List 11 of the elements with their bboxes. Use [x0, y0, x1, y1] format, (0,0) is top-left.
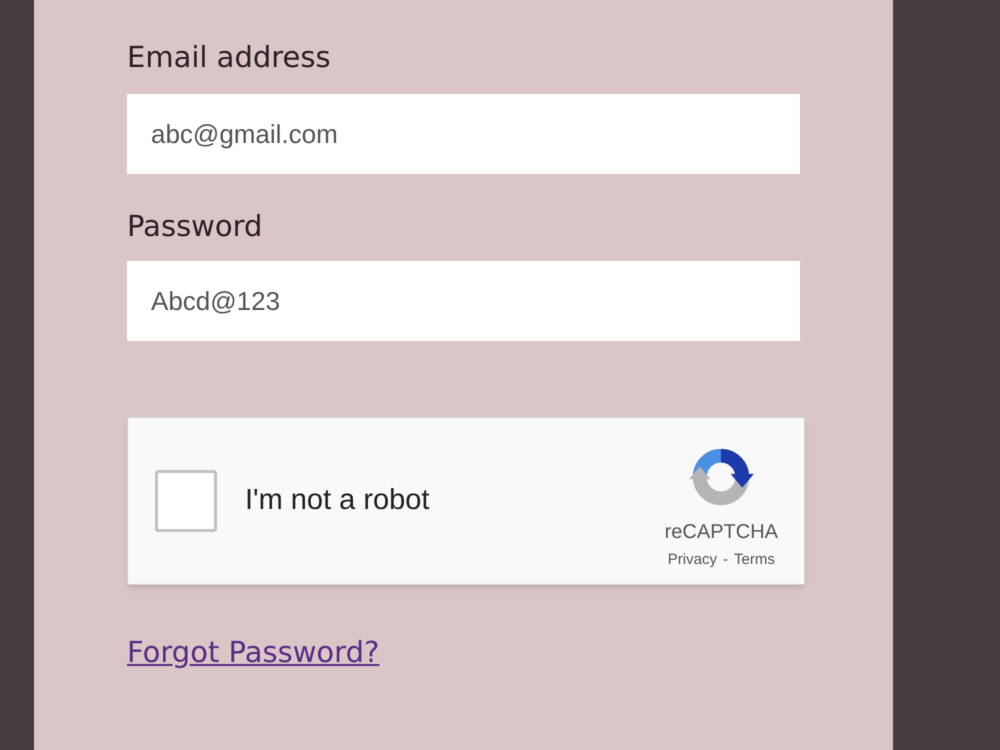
privacy-link[interactable]: Privacy — [668, 550, 717, 570]
checkbox[interactable] — [155, 470, 217, 532]
field-label: Password — [127, 208, 262, 245]
captcha-label: I'm not a robot — [245, 483, 430, 518]
link-separator: - — [722, 550, 728, 570]
terms-link[interactable]: Terms — [734, 550, 775, 570]
email-field[interactable]: abc@gmail.com — [127, 94, 800, 174]
password-field[interactable]: Abcd@123 — [127, 261, 800, 341]
captcha-brand: reCAPTCHA — [664, 520, 778, 544]
forgot-password-link[interactable]: Forgot Password? — [127, 633, 380, 671]
field-label: Email address — [127, 39, 331, 76]
